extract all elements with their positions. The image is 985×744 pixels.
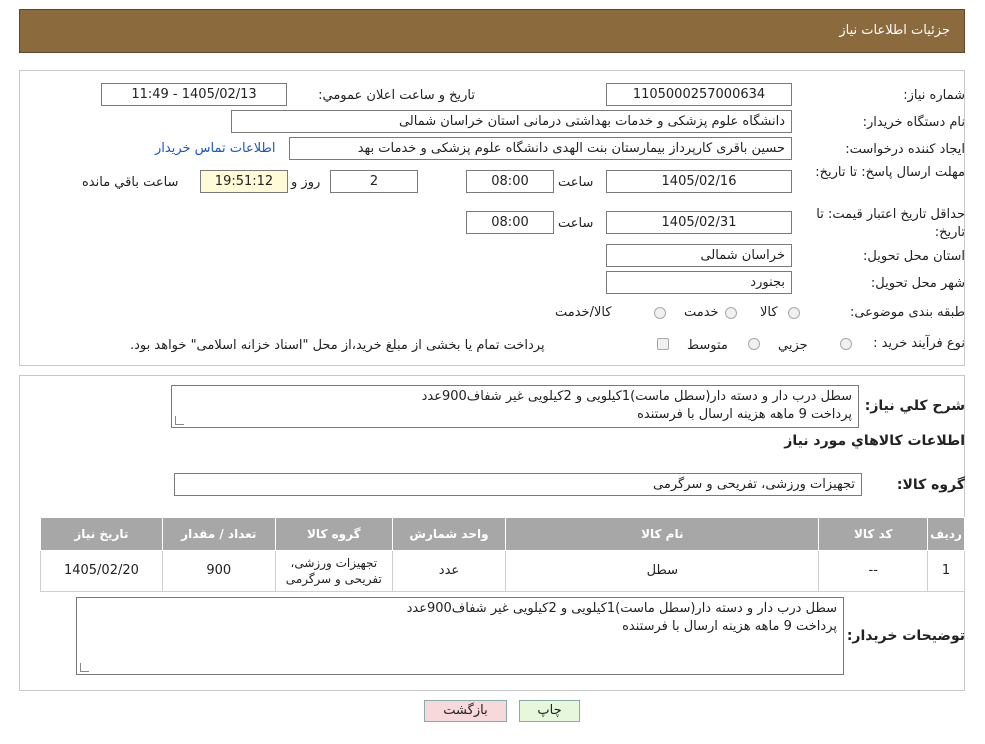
buyer-org-label: نام دستگاه خریدار:	[862, 115, 965, 130]
treasury-checkbox[interactable]	[657, 338, 669, 350]
validity-time-field: 08:00	[466, 211, 554, 234]
cell-name: سطل	[505, 550, 820, 592]
back-button[interactable]: بازگشت	[424, 700, 507, 722]
group-label: گروه کالا:	[896, 477, 965, 493]
creator-label: ایجاد کننده درخواست:	[845, 142, 965, 157]
cell-unit: عدد	[391, 550, 507, 592]
cell-code: --	[818, 550, 929, 592]
category-label: طبقه بندی موضوعی:	[849, 305, 965, 320]
resize-handle-icon[interactable]	[175, 416, 184, 425]
purchase-medium-radio[interactable]	[748, 338, 760, 350]
buyer-org-field: دانشگاه علوم پزشکی و خدمات بهداشتی درمان…	[231, 110, 792, 133]
purchase-medium-label: متوسط	[687, 338, 728, 353]
col-row: ردیف	[927, 517, 965, 551]
cell-group: تجهیزات ورزشی، تفریحی و سرگرمی	[274, 550, 393, 592]
items-title: اطلاعات کالاهاي مورد نیاز	[784, 433, 965, 449]
buyer-notes-label: توضیحات خریدار:	[846, 628, 965, 644]
buyer-contact-link[interactable]: اطلاعات تماس خریدار	[155, 141, 275, 156]
remaining-label: ساعت باقي مانده	[82, 175, 179, 190]
reply-deadline-label: مهلت ارسال پاسخ: تا تاریخ:	[815, 164, 965, 182]
buyer-notes-textarea[interactable]: سطل درب دار و دسته دار(سطل ماست)1کیلویی …	[76, 597, 844, 675]
page-title: جزئیات اطلاعات نیاز	[839, 23, 950, 38]
page-header: جزئیات اطلاعات نیاز	[19, 9, 965, 53]
city-field: بجنورد	[606, 271, 792, 294]
province-field: خراسان شمالی	[606, 244, 792, 267]
price-validity-text: حداقل تاریخ اعتبار قیمت: تا تاریخ:	[816, 207, 965, 240]
days-field: 2	[330, 170, 418, 193]
resize-handle-icon[interactable]	[80, 663, 89, 672]
reply-time-field: 08:00	[466, 170, 554, 193]
category-goods-service-label: کالا/خدمت	[555, 305, 612, 320]
category-goods-label: کالا	[760, 305, 778, 320]
category-service-label: خدمت	[684, 305, 719, 320]
announce-label: تاریخ و ساعت اعلان عمومي:	[318, 88, 475, 103]
reply-deadline-text: مهلت ارسال پاسخ: تا تاریخ:	[815, 165, 965, 180]
col-name: نام کالا	[505, 517, 820, 551]
validity-time-label: ساعت	[558, 216, 594, 231]
days-label: روز و	[291, 175, 321, 190]
category-goods-radio[interactable]	[788, 307, 800, 319]
need-number-field: 1105000257000634	[606, 83, 792, 106]
category-goods-service-radio[interactable]	[654, 307, 666, 319]
print-button[interactable]: چاپ	[519, 700, 580, 722]
city-label: شهر محل تحویل:	[870, 276, 965, 291]
validity-date-field: 1405/02/31	[606, 211, 792, 234]
reply-time-label: ساعت	[558, 175, 594, 190]
cell-row: 1	[927, 550, 965, 592]
summary-line-1: سطل درب دار و دسته دار(سطل ماست)1کیلویی …	[421, 389, 852, 404]
purchase-minor-radio[interactable]	[840, 338, 852, 350]
remaining-time-field: 19:51:12	[200, 170, 288, 193]
col-unit: واحد شمارش	[391, 517, 507, 551]
announce-field: 1405/02/13 - 11:49	[101, 83, 287, 106]
cell-qty: 900	[161, 550, 276, 592]
summary-textarea[interactable]: سطل درب دار و دسته دار(سطل ماست)1کیلویی …	[171, 385, 859, 428]
price-validity-label: حداقل تاریخ اعتبار قیمت: تا تاریخ:	[795, 206, 965, 242]
group-field: تجهیزات ورزشی، تفریحی و سرگرمی	[174, 473, 862, 496]
purchase-note: پرداخت تمام یا بخشی از مبلغ خرید،از محل …	[130, 338, 545, 353]
cell-date: 1405/02/20	[40, 550, 163, 592]
category-service-radio[interactable]	[725, 307, 737, 319]
buyer-notes-line-2: پرداخت 9 ماهه هزینه ارسال با فرستنده	[622, 619, 837, 634]
col-code: کد کالا	[818, 517, 929, 551]
purchase-minor-label: جزیي	[778, 338, 808, 353]
summary-line-2: پرداخت 9 ماهه هزینه ارسال با فرستنده	[637, 407, 852, 422]
table-header-row: ردیف کد کالا نام کالا واحد شمارش گروه کا…	[40, 517, 965, 551]
col-qty: تعداد / مقدار	[161, 517, 276, 551]
purchase-type-label: نوع فرآیند خرید :	[873, 336, 965, 351]
province-label: استان محل تحویل:	[863, 249, 965, 264]
items-table: ردیف کد کالا نام کالا واحد شمارش گروه کا…	[40, 517, 965, 592]
table-row: 1 -- سطل عدد تجهیزات ورزشی، تفریحی و سرگ…	[40, 550, 965, 592]
col-date: تاریخ نیاز	[40, 517, 163, 551]
need-number-label: شماره نیاز:	[903, 88, 965, 103]
summary-label: شرح کلي نیاز:	[864, 398, 965, 414]
buyer-notes-line-1: سطل درب دار و دسته دار(سطل ماست)1کیلویی …	[406, 601, 837, 616]
creator-field: حسین باقری کارپرداز بیمارستان بنت الهدی …	[289, 137, 792, 160]
reply-date-field: 1405/02/16	[606, 170, 792, 193]
col-group: گروه کالا	[274, 517, 393, 551]
